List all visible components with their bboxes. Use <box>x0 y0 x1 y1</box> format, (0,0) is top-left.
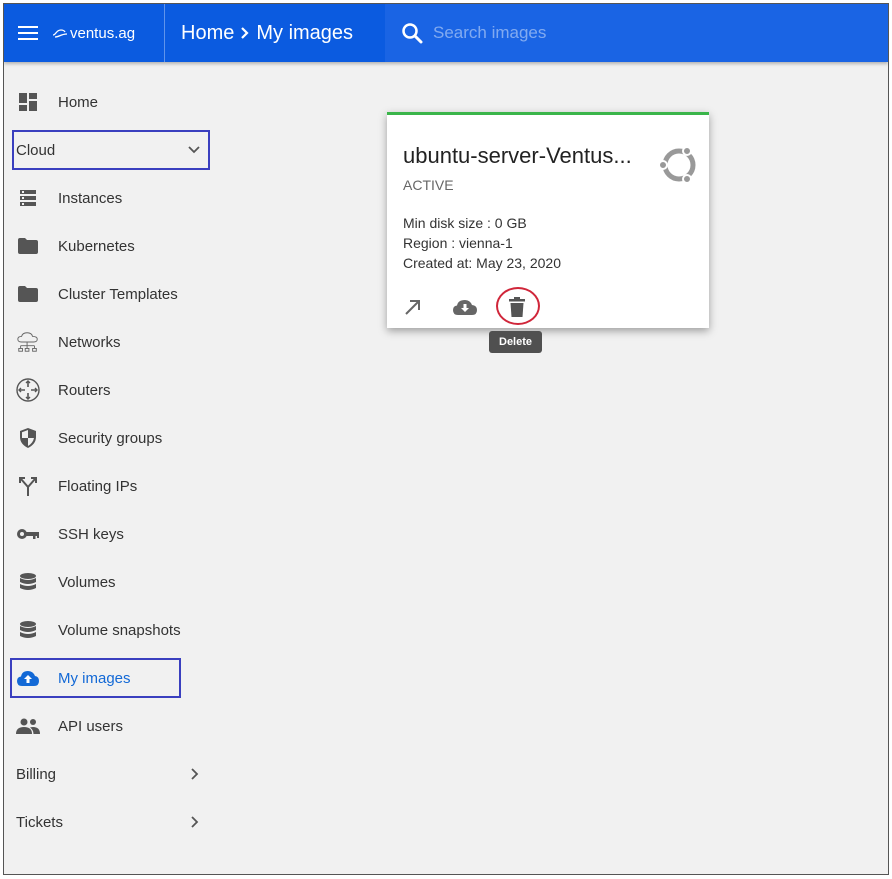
sidebar-item-label: Networks <box>58 333 121 351</box>
image-card[interactable]: ubuntu-server-Ventus... ACTIVE Min disk … <box>387 112 709 328</box>
sidebar-item-label: Cluster Templates <box>58 285 178 303</box>
chevron-right-icon <box>240 26 250 40</box>
ventus-logo-icon <box>52 29 68 38</box>
launch-button[interactable] <box>397 291 429 323</box>
people-icon <box>16 714 40 738</box>
arrow-up-right-icon <box>405 300 420 315</box>
logo-text: ventus.ag <box>70 24 136 42</box>
delete-button[interactable] <box>496 287 540 325</box>
min-disk-size: Min disk size : 0 GB <box>403 215 527 231</box>
sidebar-section-tickets[interactable]: Tickets <box>4 802 209 842</box>
sidebar-item-volume-snapshots[interactable]: Volume snapshots <box>4 610 209 650</box>
breadcrumb-home[interactable]: Home <box>181 22 234 45</box>
sidebar-item-floating-ips[interactable]: Floating IPs <box>4 466 209 506</box>
cloud-download-icon <box>453 300 477 315</box>
sidebar-section-cloud[interactable]: Cloud <box>12 130 210 170</box>
chevron-right-icon <box>191 816 199 828</box>
sidebar-section-label: Tickets <box>16 813 63 831</box>
hamburger-menu-button[interactable] <box>4 4 52 62</box>
instances-icon <box>16 186 40 210</box>
shield-icon <box>16 426 40 450</box>
sidebar-item-label: Kubernetes <box>58 237 135 255</box>
sidebar-section-billing[interactable]: Billing <box>4 754 209 794</box>
region: Region : vienna-1 <box>403 235 513 251</box>
search-input[interactable] <box>433 23 733 43</box>
menu-icon <box>18 26 38 40</box>
cloud-upload-icon <box>16 666 40 690</box>
sidebar-item-ssh-keys[interactable]: SSH keys <box>4 514 209 554</box>
image-status: ACTIVE <box>403 177 454 193</box>
delete-highlight-ring <box>496 287 540 325</box>
search-bar <box>385 4 888 62</box>
sidebar-item-label: My images <box>58 669 131 687</box>
chevron-down-icon <box>188 146 200 154</box>
router-icon <box>16 378 40 402</box>
dashboard-icon <box>16 90 40 114</box>
sidebar-section-label: Billing <box>16 765 57 783</box>
network-cloud-icon <box>16 330 40 354</box>
sidebar-section-label: Cloud <box>16 141 56 159</box>
breadcrumb-current: My images <box>256 21 354 44</box>
sidebar-item-instances[interactable]: Instances <box>4 178 209 218</box>
sidebar-item-security-groups[interactable]: Security groups <box>4 418 209 458</box>
sidebar-item-label: Volumes <box>58 573 116 591</box>
key-icon <box>16 522 40 546</box>
database-icon <box>16 618 40 642</box>
folder-icon <box>16 282 40 306</box>
database-icon <box>16 570 40 594</box>
sidebar-item-cluster-templates[interactable]: Cluster Templates <box>4 274 209 314</box>
sidebar-item-label: Security groups <box>58 429 163 447</box>
ubuntu-logo-icon <box>658 146 696 184</box>
sidebar-item-label: SSH keys <box>58 525 124 543</box>
sidebar-item-label: Routers <box>58 381 111 399</box>
image-name: ubuntu-server-Ventus... <box>403 143 632 168</box>
app-window: ventus.ag Home My images Search images H… <box>3 3 889 875</box>
sidebar-item-label: Floating IPs <box>58 477 138 495</box>
brand-logo[interactable]: ventus.ag <box>52 25 164 42</box>
sidebar-item-label: API users <box>58 717 124 735</box>
top-bar: ventus.ag Home My images <box>4 4 888 62</box>
sidebar-item-my-images[interactable]: My images <box>10 658 181 698</box>
sidebar-item-home[interactable]: Home <box>4 82 209 122</box>
chevron-right-icon <box>191 768 199 780</box>
sidebar-item-api-users[interactable]: API users <box>4 706 209 746</box>
folder-icon <box>16 234 40 258</box>
image-details: Min disk size : 0 GB Region : vienna-1 C… <box>403 213 561 273</box>
sidebar-item-label: Instances <box>58 189 123 207</box>
card-actions <box>397 287 553 325</box>
fork-arrows-icon <box>16 474 40 498</box>
sidebar-item-volumes[interactable]: Volumes <box>4 562 209 602</box>
delete-tooltip: Delete <box>489 331 543 353</box>
sidebar-item-networks[interactable]: Networks <box>4 322 209 362</box>
created-at: Created at: May 23, 2020 <box>403 255 561 271</box>
sidebar-item-routers[interactable]: Routers <box>4 370 209 410</box>
sidebar-item-label: Volume snapshots <box>58 621 181 639</box>
breadcrumb: Home My images <box>165 4 385 62</box>
sidebar-item-kubernetes[interactable]: Kubernetes <box>4 226 209 266</box>
download-button[interactable] <box>449 291 481 323</box>
search-icon <box>402 23 423 44</box>
sidebar-item-label: Home <box>58 93 99 111</box>
